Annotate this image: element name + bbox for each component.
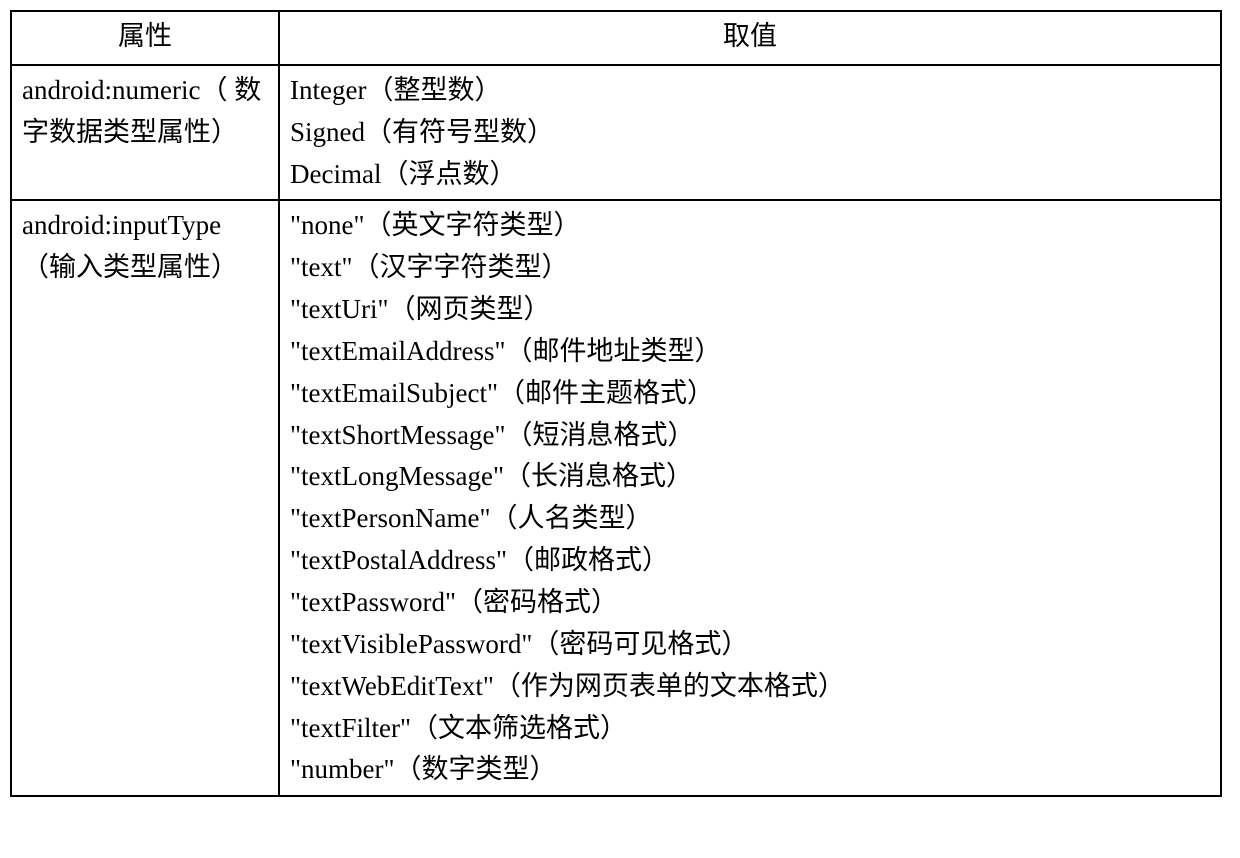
header-attribute: 属性: [11, 11, 279, 65]
table-row: android:inputType（输入类型属性） "none"（英文字符类型）…: [11, 200, 1221, 796]
cell-attribute: android:numeric（ 数字数据类型属性）: [11, 65, 279, 201]
table-header-row: 属性 取值: [11, 11, 1221, 65]
cell-attribute: android:inputType（输入类型属性）: [11, 200, 279, 796]
table-row: android:numeric（ 数字数据类型属性） Integer（整型数） …: [11, 65, 1221, 201]
cell-values: "none"（英文字符类型） "text"（汉字字符类型） "textUri"（…: [279, 200, 1221, 796]
attributes-table: 属性 取值 android:numeric（ 数字数据类型属性） Integer…: [10, 10, 1222, 797]
cell-values: Integer（整型数） Signed（有符号型数） Decimal（浮点数）: [279, 65, 1221, 201]
header-value: 取值: [279, 11, 1221, 65]
